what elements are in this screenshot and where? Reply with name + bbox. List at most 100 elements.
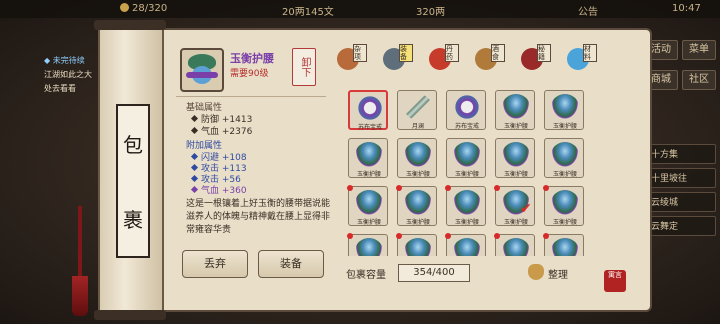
- roller-cap: [94, 20, 166, 30]
- check-icon: ✔: [520, 201, 532, 217]
- menu-button[interactable]: 菜单: [682, 40, 716, 60]
- waist-guard-icon: [355, 142, 383, 168]
- seal-stamp: 寓言: [604, 270, 626, 292]
- category-tab[interactable]: 杂项: [334, 44, 367, 80]
- silver-text: 320两: [416, 7, 446, 18]
- inventory-slot[interactable]: 玉衡护腰: [445, 185, 486, 226]
- item-portrait: [180, 48, 224, 92]
- category-tab[interactable]: 秘籍: [518, 44, 551, 80]
- new-indicator-icon: [347, 185, 353, 191]
- inventory-slot[interactable]: 玉衡护腰: [543, 185, 584, 226]
- blade-icon: [404, 94, 432, 120]
- waist-guard-icon: [551, 238, 579, 256]
- inventory-slot[interactable]: 玉衡护腰: [446, 138, 486, 178]
- waist-guard-icon: [453, 238, 481, 256]
- item-name: 玉衡护腰: [230, 52, 274, 65]
- slot-label: 玉衡护腰: [552, 219, 577, 226]
- discard-button[interactable]: 丢弃: [182, 250, 248, 278]
- inventory-slot[interactable]: 玉衡护腰: [397, 138, 437, 178]
- waist-guard-icon: [355, 238, 383, 256]
- new-indicator-icon: [347, 233, 353, 239]
- stat-row: 气血 +2376: [190, 124, 252, 137]
- inventory-slot[interactable]: [396, 233, 437, 256]
- scroll-roller: 包 裹: [94, 20, 166, 320]
- title-char: 裹: [123, 208, 143, 232]
- slot-label: 月澜: [411, 123, 424, 130]
- waist-guard-icon: [453, 142, 481, 168]
- waist-guard-icon: [551, 142, 579, 168]
- new-indicator-icon: [396, 233, 402, 239]
- inventory-grid: 苏布宝戒 月澜 苏布宝戒 玉衡护腰 玉衡护腰 玉衡护腰 玉衡护腰 玉衡护腰 玉衡护腰 玉衡护腰 玉衡…: [346, 88, 592, 256]
- location-item[interactable]: 云舞定: [644, 216, 716, 236]
- waist-guard-icon: [551, 94, 579, 120]
- new-indicator-icon: [543, 185, 549, 191]
- inventory-slot[interactable]: 玉衡护腰: [544, 138, 584, 178]
- slot-label: 玉衡护腰: [356, 219, 381, 226]
- inventory-slot[interactable]: 苏布宝戒: [348, 90, 388, 131]
- divider: [176, 96, 326, 97]
- inventory-slot[interactable]: [347, 233, 388, 256]
- waist-guard-icon: [502, 142, 530, 168]
- slot-label: 玉衡护腰: [356, 171, 381, 178]
- notice-button[interactable]: 公告: [578, 3, 598, 18]
- stat-row: 气血 +360: [190, 183, 247, 196]
- inventory-slot[interactable]: 玉衡护腰: [544, 90, 584, 130]
- stamina-text: 28/320: [120, 3, 167, 14]
- item-detail-panel: 玉衡护腰 需要90级 卸下 基础属性 防御 +1413 气血 +2376 附加属…: [172, 40, 338, 284]
- inventory-slot[interactable]: 玉衡护腰: [396, 185, 437, 226]
- inventory-slot[interactable]: [445, 233, 486, 256]
- inventory-slot[interactable]: 玉衡护腰: [495, 90, 535, 130]
- waist-guard-icon: [502, 238, 530, 256]
- sort-button[interactable]: 整理: [528, 264, 582, 282]
- money-text: 20两145文: [282, 7, 334, 18]
- game-scene: 28/320 20两145文 320两 公告 10:47 ◆ 未完待续 江湖如此…: [0, 0, 720, 324]
- category-label: 杂项: [353, 44, 367, 62]
- slot-label: 玉衡护腰: [503, 171, 528, 178]
- sort-label: 整理: [548, 270, 568, 281]
- slot-label: 玉衡护腰: [552, 123, 577, 130]
- category-tab[interactable]: 装备: [380, 44, 413, 80]
- slot-label: 玉衡护腰: [503, 219, 528, 226]
- new-indicator-icon: [396, 185, 402, 191]
- waist-guard-icon: [551, 190, 579, 216]
- new-indicator-icon: [494, 185, 500, 191]
- slot-label: 苏布宝戒: [357, 124, 382, 131]
- unequip-button[interactable]: 卸下: [292, 48, 316, 86]
- location-item[interactable]: 云绫城: [644, 192, 716, 212]
- waist-guard-icon: [453, 190, 481, 216]
- slot-label: 玉衡护腰: [454, 219, 479, 226]
- inventory-slot[interactable]: 玉衡护腰: [495, 138, 535, 178]
- inventory-slot[interactable]: 玉衡护腰: [347, 185, 388, 226]
- new-indicator-icon: [494, 233, 500, 239]
- waist-guard-icon: [355, 190, 383, 216]
- category-label: 装备: [399, 44, 413, 62]
- equip-button[interactable]: 装备: [258, 250, 324, 278]
- inventory-slot[interactable]: [494, 233, 535, 256]
- capacity-value: 354/400: [398, 264, 470, 282]
- slot-label: 玉衡护腰: [552, 171, 577, 178]
- capacity-label: 包裹容量: [346, 270, 386, 281]
- inventory-slot[interactable]: 月澜: [397, 90, 437, 130]
- location-item[interactable]: 十里坡往: [644, 168, 716, 188]
- category-tab[interactable]: 材料: [564, 44, 597, 80]
- community-button[interactable]: 社区: [682, 70, 716, 90]
- waist-guard-icon: [502, 94, 530, 120]
- slot-label: 玉衡护腰: [405, 171, 430, 178]
- category-tab[interactable]: 丹药: [426, 44, 459, 80]
- new-indicator-icon: [445, 233, 451, 239]
- tassel-decoration: [72, 206, 88, 316]
- inventory-slot[interactable]: 玉衡护腰 ✔: [494, 185, 535, 226]
- inventory-slot[interactable]: [543, 233, 584, 256]
- item-description: 这是一根镶着上好玉衡的腰带据说能滋养人的体魄与精神戴在腰上显得非常雍容华贵: [186, 199, 331, 235]
- category-label: 秘籍: [537, 44, 551, 62]
- slot-label: 玉衡护腰: [405, 219, 430, 226]
- item-level-requirement: 需要90级: [230, 69, 269, 79]
- category-tab[interactable]: 酒食: [472, 44, 505, 80]
- title-char: 包: [123, 133, 143, 157]
- location-item[interactable]: 十方集: [644, 144, 716, 164]
- inventory-slot[interactable]: 玉衡护腰: [348, 138, 388, 178]
- waist-guard-icon: [404, 238, 432, 256]
- inventory-slot[interactable]: 苏布宝戒: [446, 90, 486, 130]
- bag-icon: [528, 264, 544, 280]
- waist-guard-icon: [404, 190, 432, 216]
